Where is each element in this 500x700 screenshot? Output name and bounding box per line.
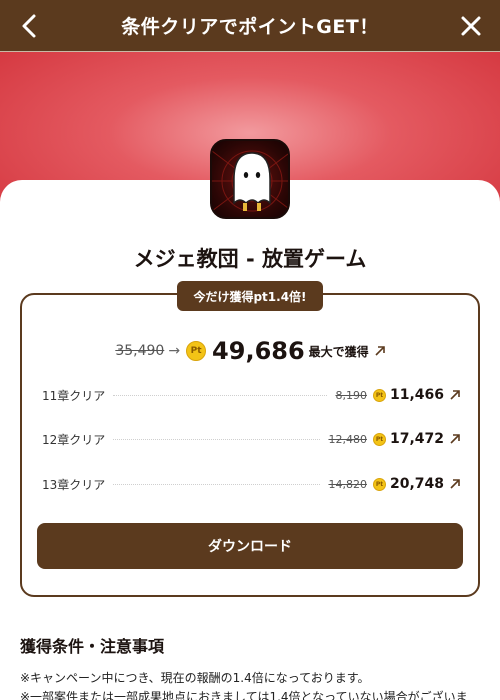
app-icon xyxy=(210,139,290,219)
chapter-row: 11章クリア 8,190 Pt 11,466 xyxy=(42,384,460,406)
external-arrow-icon xyxy=(375,346,385,356)
chapter-new-points: 20,748 xyxy=(389,476,444,492)
dotted-leader xyxy=(113,438,321,440)
dotted-leader xyxy=(113,394,328,396)
ghost-icon xyxy=(212,150,288,212)
chapter-row: 13章クリア 14,820 Pt 20,748 xyxy=(42,473,460,495)
chapter-label: 12章クリア xyxy=(42,432,106,447)
header-bar: 条件クリアでポイントGET！ xyxy=(0,0,500,52)
total-reward-row: 35,490 → Pt 49,686 最大で獲得 xyxy=(0,334,500,368)
bonus-tag: 今だけ獲得pt1.4倍! xyxy=(177,281,323,311)
condition-note: ※キャンペーン中につき、現在の報酬の1.4倍になっております。 xyxy=(20,671,370,685)
pt-coin-icon: Pt xyxy=(186,341,207,361)
external-arrow-icon xyxy=(450,390,460,400)
chapter-old-points: 14,820 xyxy=(328,477,367,491)
conditions-title: 獲得条件・注意事項 xyxy=(20,637,165,656)
external-arrow-icon xyxy=(450,479,460,489)
chapter-label: 13章クリア xyxy=(42,477,106,492)
header-title: 条件クリアでポイントGET！ xyxy=(121,16,379,38)
arrow-text: → xyxy=(168,343,181,359)
app-name: メジェ教団 - 放置ゲーム xyxy=(133,247,367,271)
chapter-old-points: 8,190 xyxy=(335,388,367,402)
chapter-new-points: 11,466 xyxy=(389,387,444,403)
old-total: 35,490 xyxy=(115,343,165,359)
external-arrow-icon xyxy=(450,434,460,444)
back-chevron-icon[interactable] xyxy=(18,12,42,40)
close-icon[interactable] xyxy=(458,13,484,39)
download-button[interactable]: ダウンロード xyxy=(37,523,463,569)
max-label: 最大で獲得 xyxy=(308,344,369,359)
condition-note: ※一部案件または一部成果地点におきましては1.4倍となっていない場合がございま xyxy=(20,690,468,700)
pt-coin-icon: Pt xyxy=(372,432,386,446)
chapter-new-points: 17,472 xyxy=(389,431,444,447)
chapter-row: 12章クリア 12,480 Pt 17,472 xyxy=(42,428,460,450)
pt-coin-icon: Pt xyxy=(372,388,386,402)
chapter-old-points: 12,480 xyxy=(328,432,367,446)
chapter-label: 11章クリア xyxy=(42,388,106,403)
dotted-leader xyxy=(113,483,321,485)
new-total: 49,686 xyxy=(212,337,305,365)
pt-coin-icon: Pt xyxy=(372,477,386,491)
